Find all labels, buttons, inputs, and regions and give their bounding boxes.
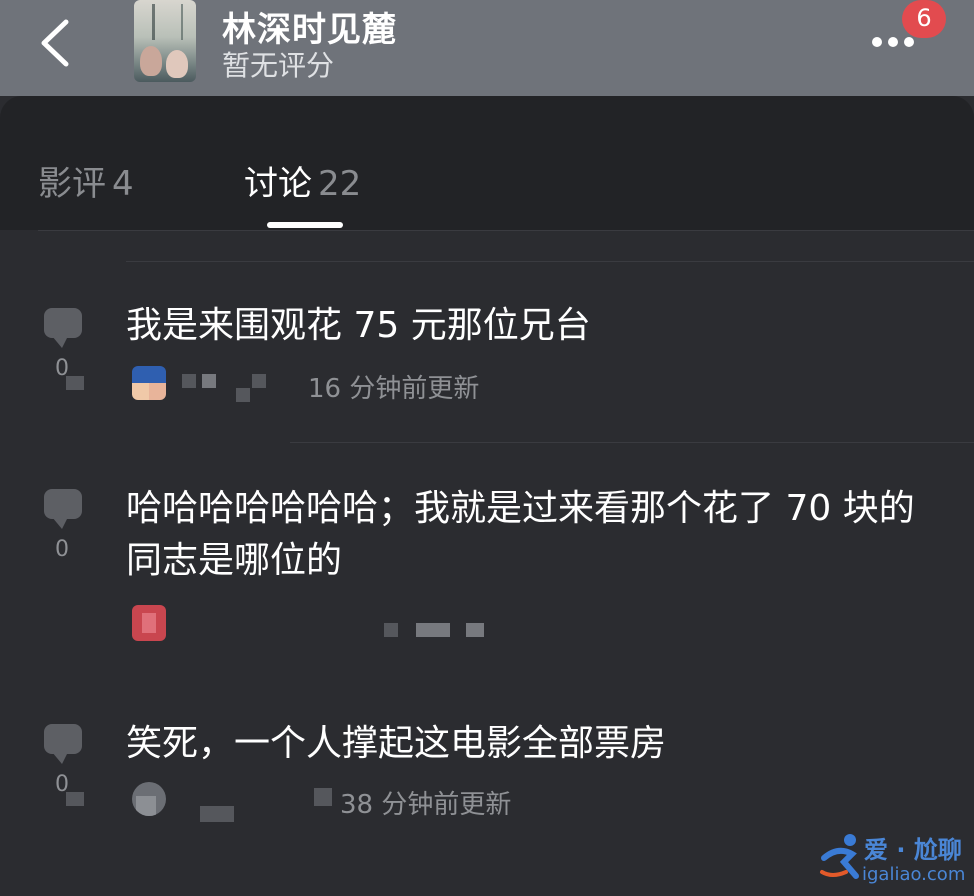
user-avatar	[132, 782, 166, 816]
watermark-url: igaliao.com	[862, 864, 966, 885]
updated-time: 38 分钟前更新	[340, 790, 512, 820]
blurred-username	[200, 806, 234, 822]
notification-badge: 6	[902, 0, 946, 38]
comment-bubble-icon	[44, 724, 82, 764]
updated-time: 16 分钟前更新	[308, 374, 480, 404]
tab-reviews[interactable]: 影评 4	[38, 156, 134, 205]
blurred-region	[66, 792, 84, 806]
watermark-text: 爱 · 尬聊	[864, 836, 962, 864]
blurred-username	[182, 374, 196, 388]
discussion-title: 我是来围观花 75 元那位兄台	[126, 305, 591, 346]
active-tab-indicator	[267, 222, 343, 228]
blurred-region	[416, 623, 450, 637]
discussion-item[interactable]: 0 哈哈哈哈哈哈哈；我就是过来看那个花了 70 块的同志是哪位的	[0, 443, 974, 683]
user-avatar	[132, 605, 166, 641]
comment-count: 0	[55, 537, 69, 562]
blurred-username	[202, 374, 216, 388]
movie-poster-thumbnail[interactable]	[134, 0, 196, 82]
discussion-item[interactable]: 0 我是来围观花 75 元那位兄台 16 分钟前更新	[0, 262, 974, 442]
tab-discussions-count: 22	[318, 164, 362, 204]
blurred-region	[466, 623, 484, 637]
discussion-title: 哈哈哈哈哈哈哈；我就是过来看那个花了 70 块的同志是哪位的	[126, 488, 915, 581]
discussion-title: 笑死，一个人撑起这电影全部票房	[126, 723, 667, 764]
discussion-item[interactable]: 0 笑死，一个人撑起这电影全部票房 38 分钟前更新	[0, 684, 974, 834]
movie-rating: 暂无评分	[222, 49, 335, 82]
tab-discussions-label: 讨论	[244, 164, 312, 204]
back-arrow-icon[interactable]	[36, 18, 76, 68]
blurred-username	[236, 388, 250, 402]
tab-discussions[interactable]: 讨论 22	[244, 156, 361, 205]
runner-logo-icon	[820, 834, 859, 879]
blurred-region	[384, 623, 398, 637]
comment-bubble-icon	[44, 489, 82, 529]
tab-reviews-count: 4	[112, 164, 134, 204]
divider	[38, 230, 974, 231]
blurred-username	[252, 374, 266, 388]
tab-bar	[0, 96, 974, 230]
blurred-username	[314, 788, 332, 806]
user-avatar	[132, 366, 166, 400]
comment-bubble-icon	[44, 308, 82, 348]
tab-reviews-label: 影评	[38, 164, 106, 204]
blurred-region	[66, 376, 84, 390]
site-watermark: 爱 · 尬聊 igaliao.com	[818, 826, 968, 890]
